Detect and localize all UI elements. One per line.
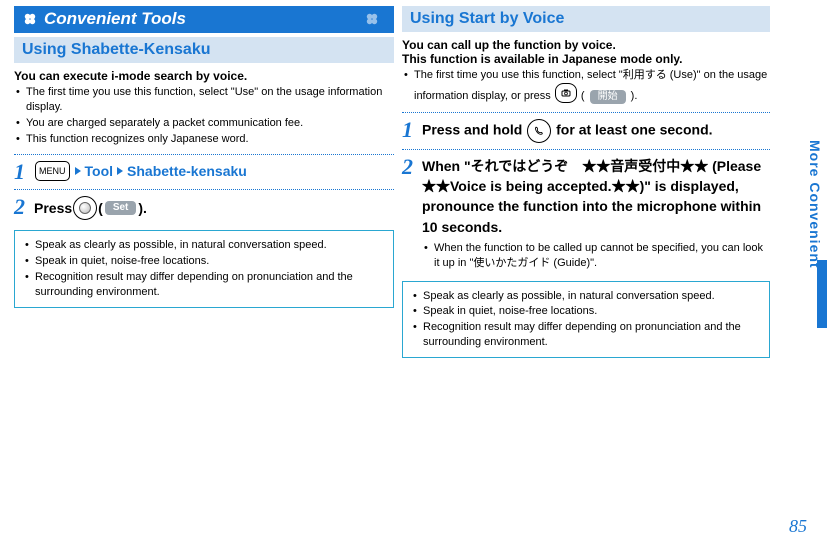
bullet-item: This function recognizes only Japanese w… bbox=[16, 132, 394, 147]
step2-suffix: ). bbox=[138, 199, 147, 219]
clover-icon bbox=[364, 11, 380, 27]
side-tab-indicator bbox=[817, 260, 827, 328]
right-intro-2: This function is available in Japanese m… bbox=[402, 52, 770, 66]
tip-item: Speak in quiet, noise-free locations. bbox=[413, 304, 761, 319]
step-2-right: 2 When "それではどうぞ ★★音声受付中★★ (Please ★★Voic… bbox=[402, 156, 770, 271]
right-column: Using Start by Voice You can call up the… bbox=[398, 0, 796, 374]
step-2-left: 2 Press ( Set ). bbox=[14, 196, 394, 220]
step-word-shabette: Shabette-kensaku bbox=[127, 162, 247, 182]
bullet-text-b: ). bbox=[631, 90, 638, 102]
start-tag: 開始 bbox=[590, 90, 626, 104]
step2-note: When the function to be called up cannot… bbox=[422, 241, 770, 271]
dotted-divider bbox=[14, 189, 394, 190]
step-number: 1 bbox=[402, 119, 422, 141]
right-bullets: The first time you use this function, se… bbox=[402, 68, 770, 104]
section-title-bar: Convenient Tools bbox=[14, 6, 394, 33]
clover-icon bbox=[22, 11, 38, 27]
step-1-left: 1 MENU Tool Shabette-kensaku bbox=[14, 161, 394, 183]
page: Convenient Tools Using Shabette-Kensaku … bbox=[0, 0, 827, 374]
bullet-item: The first time you use this function, se… bbox=[16, 85, 394, 115]
step-1-right: 1 Press and hold for at least one second… bbox=[402, 119, 770, 143]
bullet-item: The first time you use this function, se… bbox=[404, 68, 770, 104]
arrow-icon bbox=[115, 166, 125, 176]
left-intro: You can execute i-mode search by voice. bbox=[14, 69, 394, 83]
left-column: Convenient Tools Using Shabette-Kensaku … bbox=[0, 0, 398, 374]
step2-prefix: Press bbox=[34, 199, 72, 219]
ok-button-icon bbox=[73, 196, 97, 220]
right-subheader: Using Start by Voice bbox=[402, 6, 770, 32]
call-button-icon bbox=[527, 119, 551, 143]
dotted-divider bbox=[14, 154, 394, 155]
set-tag: Set bbox=[105, 201, 137, 215]
step-word-tool: Tool bbox=[85, 162, 114, 182]
left-bullets: The first time you use this function, se… bbox=[14, 85, 394, 146]
tip-item: Speak as clearly as possible, in natural… bbox=[25, 238, 385, 253]
tip-box-right: Speak as clearly as possible, in natural… bbox=[402, 281, 770, 358]
tip-item: Speak in quiet, noise-free locations. bbox=[25, 254, 385, 269]
left-subheader: Using Shabette-Kensaku bbox=[14, 37, 394, 63]
arrow-icon bbox=[73, 166, 83, 176]
step-number: 2 bbox=[14, 196, 34, 218]
camera-button-icon bbox=[555, 83, 577, 103]
tip-item: Recognition result may differ depending … bbox=[25, 270, 385, 300]
menu-button-icon: MENU bbox=[35, 161, 70, 181]
step1b: for at least one second. bbox=[556, 121, 712, 137]
tip-item: Recognition result may differ depending … bbox=[413, 320, 761, 350]
dotted-divider bbox=[402, 112, 770, 113]
section-title: Convenient Tools bbox=[44, 9, 186, 29]
page-number: 85 bbox=[789, 516, 807, 537]
tip-item: Speak as clearly as possible, in natural… bbox=[413, 289, 761, 304]
step-number: 1 bbox=[14, 161, 34, 183]
side-tab-label: More Convenient bbox=[807, 140, 823, 269]
right-intro-1: You can call up the function by voice. bbox=[402, 38, 770, 52]
tip-box-left: Speak as clearly as possible, in natural… bbox=[14, 230, 394, 307]
step2-text: When "それではどうぞ ★★音声受付中★★ (Please ★★Voice … bbox=[422, 156, 770, 237]
dotted-divider bbox=[402, 149, 770, 150]
step1a: Press and hold bbox=[422, 121, 526, 137]
bullet-item: You are charged separately a packet comm… bbox=[16, 116, 394, 131]
step-number: 2 bbox=[402, 156, 422, 178]
